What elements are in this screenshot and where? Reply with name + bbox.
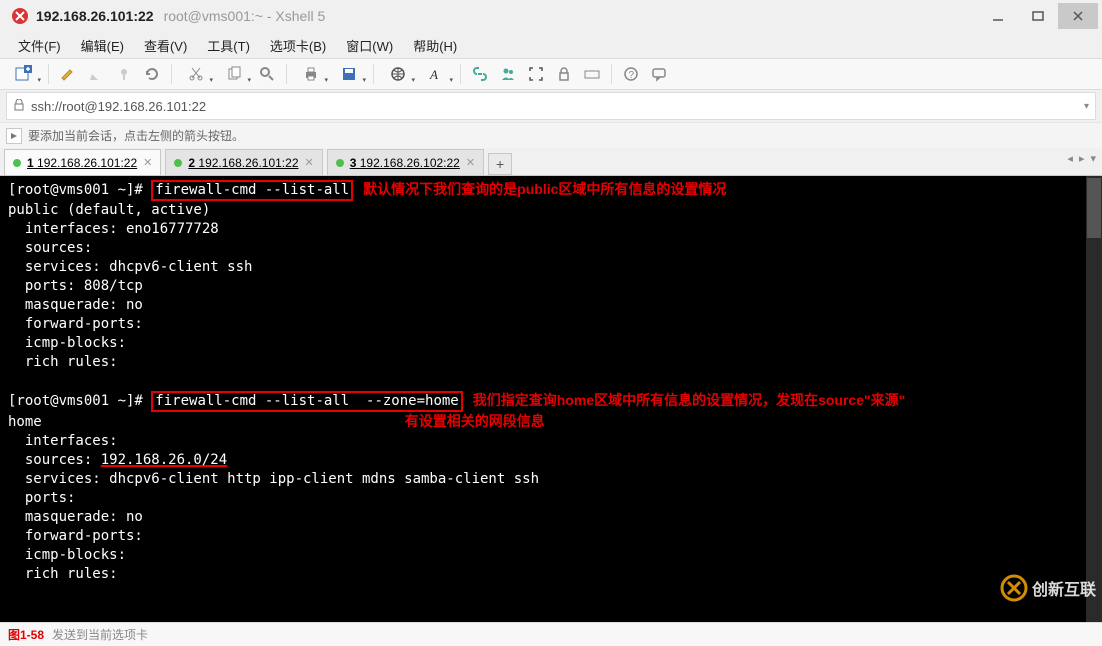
print-button[interactable]: ▾	[293, 61, 329, 87]
edit-icon[interactable]	[55, 61, 81, 87]
app-window: 192.168.26.101:22 root@vms001:~ - Xshell…	[0, 0, 1102, 646]
status-dot-icon	[13, 159, 21, 167]
term-line: rich rules:	[8, 566, 118, 582]
toolbar-separator	[611, 64, 612, 84]
tab-close-icon[interactable]: ✕	[466, 156, 475, 169]
search-button[interactable]	[254, 61, 280, 87]
title-bar: 192.168.26.101:22 root@vms001:~ - Xshell…	[0, 0, 1102, 32]
maximize-button[interactable]	[1018, 3, 1058, 29]
status-dot-icon	[336, 159, 344, 167]
status-hint: 发送到当前选项卡	[52, 626, 148, 643]
status-dot-icon	[174, 159, 182, 167]
status-bar: 图1-58 发送到当前选项卡	[0, 622, 1102, 646]
tab-close-icon[interactable]: ✕	[143, 156, 152, 169]
term-line: interfaces:	[8, 433, 118, 449]
close-button[interactable]	[1058, 3, 1098, 29]
terminal[interactable]: [root@vms001 ~]# firewall-cmd --list-all…	[0, 176, 1086, 622]
menu-edit[interactable]: 编辑(E)	[73, 34, 132, 57]
annotation: 有设置相关的网段信息	[405, 413, 545, 429]
save-button[interactable]: ▾	[331, 61, 367, 87]
toolbar-separator	[48, 64, 49, 84]
prompt: [root@vms001 ~]#	[8, 393, 151, 409]
term-line: ports:	[8, 490, 75, 506]
app-icon	[10, 6, 30, 26]
address-dropdown-icon[interactable]: ▾	[1084, 101, 1089, 112]
scrollbar-thumb[interactable]	[1087, 178, 1101, 238]
toolbar-separator	[286, 64, 287, 84]
prompt: [root@vms001 ~]#	[8, 182, 151, 198]
hint-bar: 要添加当前会话，点击左侧的箭头按钮。	[0, 122, 1102, 148]
toolbar-separator	[373, 64, 374, 84]
command-highlight: firewall-cmd --list-all --zone=home	[151, 391, 462, 412]
terminal-scrollbar[interactable]	[1086, 176, 1102, 622]
new-session-button[interactable]: ▾	[6, 61, 42, 87]
help-button[interactable]: ?	[618, 61, 644, 87]
hint-text: 要添加当前会话，点击左侧的箭头按钮。	[28, 127, 244, 144]
figure-label: 图1-58	[8, 626, 44, 643]
menu-tools[interactable]: 工具(T)	[199, 34, 258, 57]
people-button[interactable]	[495, 61, 521, 87]
term-line: public (default, active)	[8, 202, 210, 218]
toolbar: ▾ ▾ ▾ ▾ ▾ ▾ A▾ ?	[0, 58, 1102, 90]
tab-close-icon[interactable]: ✕	[305, 156, 314, 169]
refresh-icon[interactable]	[139, 61, 165, 87]
tab-nav: ◂ ▸ ▾	[1067, 152, 1096, 165]
term-line: ports: 808/tcp	[8, 278, 143, 294]
session-tab-2[interactable]: 2 192.168.26.101:22 ✕	[165, 149, 322, 175]
menu-tab[interactable]: 选项卡(B)	[262, 34, 334, 57]
cut-button[interactable]: ▾	[178, 61, 214, 87]
svg-text:?: ?	[629, 70, 635, 81]
term-line: services: dhcpv6-client http ipp-client …	[8, 471, 539, 487]
globe-button[interactable]: ▾	[380, 61, 416, 87]
window-title-sub: root@vms001:~ - Xshell 5	[164, 8, 326, 24]
term-line: masquerade: no	[8, 509, 143, 525]
lock-icon	[13, 99, 25, 114]
menu-help[interactable]: 帮助(H)	[405, 34, 465, 57]
tab-prev-icon[interactable]: ◂	[1067, 152, 1073, 165]
address-url: ssh://root@192.168.26.101:22	[31, 99, 206, 114]
menu-bar: 文件(F) 编辑(E) 查看(V) 工具(T) 选项卡(B) 窗口(W) 帮助(…	[0, 32, 1102, 58]
address-bar[interactable]: ssh://root@192.168.26.101:22 ▾	[6, 92, 1096, 120]
term-line: forward-ports:	[8, 316, 143, 332]
keyboard-button[interactable]	[579, 61, 605, 87]
term-line: masquerade: no	[8, 297, 143, 313]
session-tab-3[interactable]: 3 192.168.26.102:22 ✕	[327, 149, 484, 175]
lock-button[interactable]	[551, 61, 577, 87]
link-button[interactable]	[467, 61, 493, 87]
chat-button[interactable]	[646, 61, 672, 87]
font-button[interactable]: A▾	[418, 61, 454, 87]
session-tab-1[interactable]: 1 192.168.26.101:22 ✕	[4, 149, 161, 175]
term-line: icmp-blocks:	[8, 335, 126, 351]
menu-file[interactable]: 文件(F)	[10, 34, 69, 57]
command-highlight: firewall-cmd --list-all	[151, 180, 353, 201]
copy-button[interactable]: ▾	[216, 61, 252, 87]
tab-next-icon[interactable]: ▸	[1079, 152, 1085, 165]
term-line: sources: 192.168.26.0/24	[8, 452, 227, 468]
menu-window[interactable]: 窗口(W)	[338, 34, 401, 57]
term-line: interfaces: eno16777728	[8, 221, 219, 237]
svg-text:A: A	[429, 67, 438, 82]
toolbar-separator	[460, 64, 461, 84]
fullscreen-button[interactable]	[523, 61, 549, 87]
pin-icon[interactable]	[111, 61, 137, 87]
term-line: home	[8, 414, 42, 430]
hint-arrow-icon[interactable]	[6, 128, 22, 144]
session-tab-strip: 1 192.168.26.101:22 ✕ 2 192.168.26.101:2…	[0, 148, 1102, 176]
window-title-active: 192.168.26.101:22	[36, 8, 154, 24]
terminal-area: [root@vms001 ~]# firewall-cmd --list-all…	[0, 176, 1102, 622]
tab-list-icon[interactable]: ▾	[1090, 152, 1096, 165]
menu-view[interactable]: 查看(V)	[136, 34, 195, 57]
term-line: rich rules:	[8, 354, 118, 370]
minimize-button[interactable]	[978, 3, 1018, 29]
pencil-icon[interactable]	[83, 61, 109, 87]
add-tab-button[interactable]: +	[488, 153, 512, 175]
term-line: forward-ports:	[8, 528, 143, 544]
term-line: sources:	[8, 240, 92, 256]
annotation: 默认情况下我们查询的是public区域中所有信息的设置情况	[363, 181, 726, 197]
annotation: 我们指定查询home区域中所有信息的设置情况，发现在source"来源"	[473, 392, 906, 408]
toolbar-separator	[171, 64, 172, 84]
term-line: services: dhcpv6-client ssh	[8, 259, 252, 275]
term-line: icmp-blocks:	[8, 547, 126, 563]
